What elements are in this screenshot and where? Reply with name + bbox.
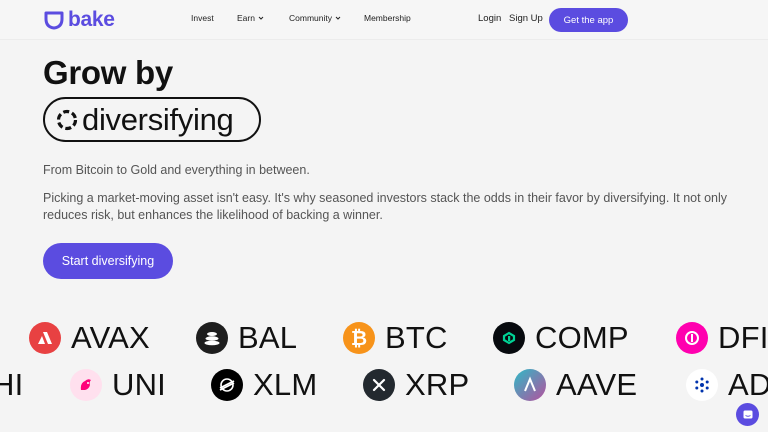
comp-icon (493, 322, 525, 354)
asset-name: UNI (112, 367, 166, 402)
bake-logo-icon (44, 11, 64, 30)
bake-logo[interactable]: bake (43, 9, 115, 31)
asset-name: XRP (405, 367, 470, 402)
aave-icon (514, 369, 546, 401)
chevron-down-icon (335, 16, 341, 20)
bal-icon (196, 322, 228, 354)
start-diversifying-button[interactable]: Start diversifying (43, 243, 173, 279)
asset-name: AAVE (556, 367, 638, 402)
asset-ticker-row-2: HI UNI XLM XRP AAVE AD (0, 368, 768, 408)
asset-name: HI (0, 367, 24, 402)
hero-title: Grow by (43, 54, 173, 91)
asset-partial-left[interactable]: HI (0, 368, 23, 402)
logo-text: bake (68, 8, 115, 31)
asset-avax[interactable]: AVAX (29, 321, 150, 355)
asset-name: COMP (535, 320, 629, 355)
asset-uni[interactable]: UNI (70, 368, 166, 402)
nav-membership[interactable]: Membership (364, 13, 411, 23)
chevron-down-icon (258, 16, 264, 20)
nav-earn[interactable]: Earn (237, 13, 264, 23)
asset-name: BAL (238, 320, 298, 355)
asset-ticker-row-1: AVAX BAL ₿ BTC COMP DFI (0, 321, 768, 361)
nav-invest-label: Invest (191, 13, 214, 23)
asset-name: XLM (253, 367, 318, 402)
pill-word: diversifying (82, 101, 234, 137)
asset-name: AD (728, 367, 768, 402)
asset-xrp[interactable]: XRP (363, 368, 469, 402)
xrp-icon (363, 369, 395, 401)
nav-earn-label: Earn (237, 13, 255, 23)
asset-aave[interactable]: AAVE (514, 368, 637, 402)
dfi-icon (676, 322, 708, 354)
chat-icon (743, 410, 752, 418)
asset-ada[interactable]: AD (686, 368, 768, 402)
signup-link[interactable]: Sign Up (509, 13, 543, 24)
asset-comp[interactable]: COMP (493, 321, 629, 355)
btc-icon: ₿ (343, 322, 375, 354)
asset-btc[interactable]: ₿ BTC (343, 321, 448, 355)
get-the-app-label: Get the app (563, 14, 614, 26)
asset-name: BTC (385, 320, 448, 355)
asset-bal[interactable]: BAL (196, 321, 297, 355)
nav-invest[interactable]: Invest (191, 13, 214, 23)
asset-name: AVAX (71, 320, 150, 355)
asset-xlm[interactable]: XLM (211, 368, 317, 402)
login-link[interactable]: Login (478, 13, 501, 24)
asset-dfi[interactable]: DFI (676, 321, 768, 355)
asset-name: DFI (718, 320, 768, 355)
ada-icon (686, 369, 718, 401)
xlm-icon (211, 369, 243, 401)
nav-membership-label: Membership (364, 13, 411, 23)
chat-launcher-button[interactable] (736, 403, 759, 426)
nav-community[interactable]: Community (289, 13, 341, 23)
loading-ring-icon (56, 109, 78, 130)
hero-body: Picking a market-moving asset isn't easy… (43, 191, 728, 222)
hero-subtitle: From Bitcoin to Gold and everything in b… (43, 163, 310, 177)
uni-icon (70, 369, 102, 401)
start-diversifying-label: Start diversifying (61, 254, 155, 268)
diversifying-pill: diversifying (43, 97, 261, 142)
get-the-app-button[interactable]: Get the app (549, 8, 628, 32)
top-navbar: bake Invest Earn Community Membership Lo… (0, 0, 768, 40)
nav-community-label: Community (289, 13, 332, 23)
avax-icon (29, 322, 61, 354)
